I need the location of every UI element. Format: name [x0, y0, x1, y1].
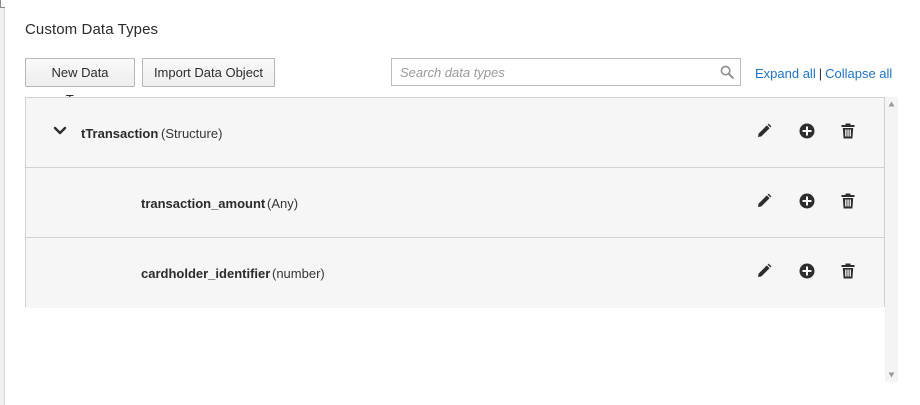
pencil-icon[interactable] — [755, 122, 773, 140]
tree-row-cardholder-identifier[interactable]: cardholder_identifier (number) — [26, 238, 884, 308]
search-input[interactable] — [392, 59, 712, 85]
link-separator: | — [818, 66, 823, 81]
search-icon[interactable] — [720, 65, 734, 79]
trash-icon[interactable] — [839, 192, 857, 210]
row-type: (Structure) — [161, 126, 223, 141]
trash-icon[interactable] — [839, 122, 857, 140]
scroll-down-arrow-icon[interactable] — [888, 372, 895, 378]
collapse-all-link[interactable]: Collapse all — [825, 66, 892, 81]
pencil-icon[interactable] — [755, 192, 773, 210]
row-actions — [753, 192, 863, 210]
row-name: transaction_amount — [141, 196, 266, 211]
expand-all-link[interactable]: Expand all — [755, 66, 816, 81]
custom-data-types-panel: Custom Data Types New Data Type Import D… — [5, 0, 920, 405]
row-actions — [753, 122, 863, 140]
row-name: cardholder_identifier — [141, 266, 271, 281]
vertical-scrollbar[interactable] — [885, 97, 898, 382]
chevron-down-icon[interactable] — [53, 124, 67, 138]
row-type: (number) — [272, 266, 325, 281]
expand-collapse-links: Expand all | Collapse all — [755, 66, 892, 81]
row-actions — [753, 262, 863, 280]
search-box — [391, 58, 741, 86]
row-name: tTransaction — [81, 126, 159, 141]
plus-circle-icon[interactable] — [798, 122, 816, 140]
panel-title: Custom Data Types — [25, 21, 159, 38]
row-type: (Any) — [267, 196, 299, 211]
plus-circle-icon[interactable] — [798, 192, 816, 210]
tree-row-transaction-amount[interactable]: transaction_amount (Any) — [26, 168, 884, 238]
trash-icon[interactable] — [839, 262, 857, 280]
import-data-object-button[interactable]: Import Data Object — [142, 58, 275, 87]
pencil-icon[interactable] — [755, 262, 773, 280]
tree-row-ttransaction[interactable]: tTransaction (Structure) — [26, 98, 884, 168]
plus-circle-icon[interactable] — [798, 262, 816, 280]
data-types-tree: tTransaction (Structure) transaction_amo… — [25, 97, 885, 308]
scroll-up-arrow-icon[interactable] — [888, 101, 895, 107]
new-data-type-button[interactable]: New Data Type — [25, 58, 135, 107]
